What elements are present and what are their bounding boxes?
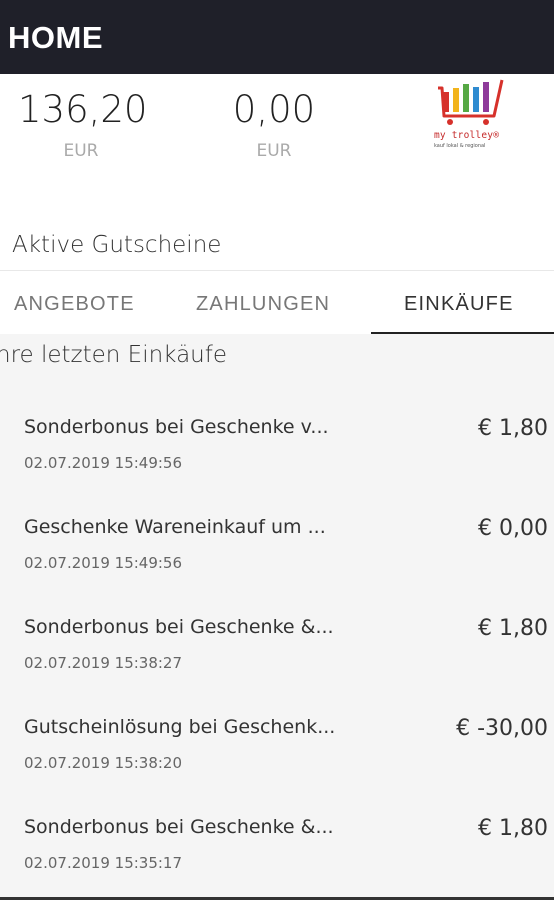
purchase-name: Sonderbonus bei Geschenke &...: [24, 816, 334, 838]
list-item[interactable]: Sonderbonus bei Geschenke v... 02.07.201…: [0, 406, 554, 506]
list-item[interactable]: Sonderbonus bei Geschenke &... 02.07.201…: [0, 606, 554, 706]
tab-einkaeufe[interactable]: EINKÄUFE: [404, 293, 514, 316]
purchase-name: Sonderbonus bei Geschenke v...: [24, 416, 329, 438]
list-item[interactable]: Gutscheinlösung bei Geschenk... 02.07.20…: [0, 706, 554, 806]
purchase-amount: € 0,00: [478, 516, 548, 541]
logo-brand: my trolley®: [434, 130, 500, 141]
purchases-list: hre letzten Einkäufe Sonderbonus bei Ges…: [0, 334, 554, 900]
purchase-name: Gutscheinlösung bei Geschenk...: [24, 716, 336, 738]
list-item[interactable]: Sonderbonus bei Geschenke &... 02.07.201…: [0, 806, 554, 906]
purchase-amount: € -30,00: [456, 716, 548, 741]
tab-angebote[interactable]: ANGEBOTE: [14, 293, 135, 316]
logo-tagline: kauf lokal & regional: [434, 143, 486, 149]
purchase-date: 02.07.2019 15:49:56: [24, 454, 183, 472]
list-item[interactable]: Geschenke Wareneinkauf um ... 02.07.2019…: [0, 506, 554, 606]
balance-currency: EUR: [256, 141, 292, 161]
balance-amount: 0,00: [232, 88, 316, 131]
purchase-amount: € 1,80: [478, 416, 548, 441]
tab-zahlungen[interactable]: ZAHLUNGEN: [196, 293, 330, 316]
trolley-icon: [438, 79, 504, 125]
active-vouchers-title[interactable]: Aktive Gutscheine: [12, 232, 221, 258]
purchase-date: 02.07.2019 15:35:17: [24, 854, 183, 872]
balance-secondary: 0,00 EUR: [229, 88, 319, 161]
purchase-amount: € 1,80: [478, 616, 548, 641]
balance-amount: 136,20: [18, 88, 148, 131]
balance-currency: EUR: [63, 141, 99, 161]
tab-bar: ANGEBOTE ZAHLUNGEN EINKÄUFE: [0, 270, 554, 335]
page-title: HOME: [8, 20, 103, 55]
purchase-name: Geschenke Wareneinkauf um ...: [24, 516, 326, 538]
purchase-name: Sonderbonus bei Geschenke &...: [24, 616, 334, 638]
my-trolley-logo: my trolley® kauf lokal & regional: [430, 76, 512, 156]
app-header: HOME: [0, 0, 554, 74]
purchases-header: hre letzten Einkäufe: [0, 342, 228, 368]
purchase-date: 02.07.2019 15:38:27: [24, 654, 183, 672]
purchase-date: 02.07.2019 15:49:56: [24, 554, 183, 572]
balance-eur: 136,20 EUR: [18, 88, 148, 161]
purchase-amount: € 1,80: [478, 816, 548, 841]
purchase-date: 02.07.2019 15:38:20: [24, 754, 183, 772]
